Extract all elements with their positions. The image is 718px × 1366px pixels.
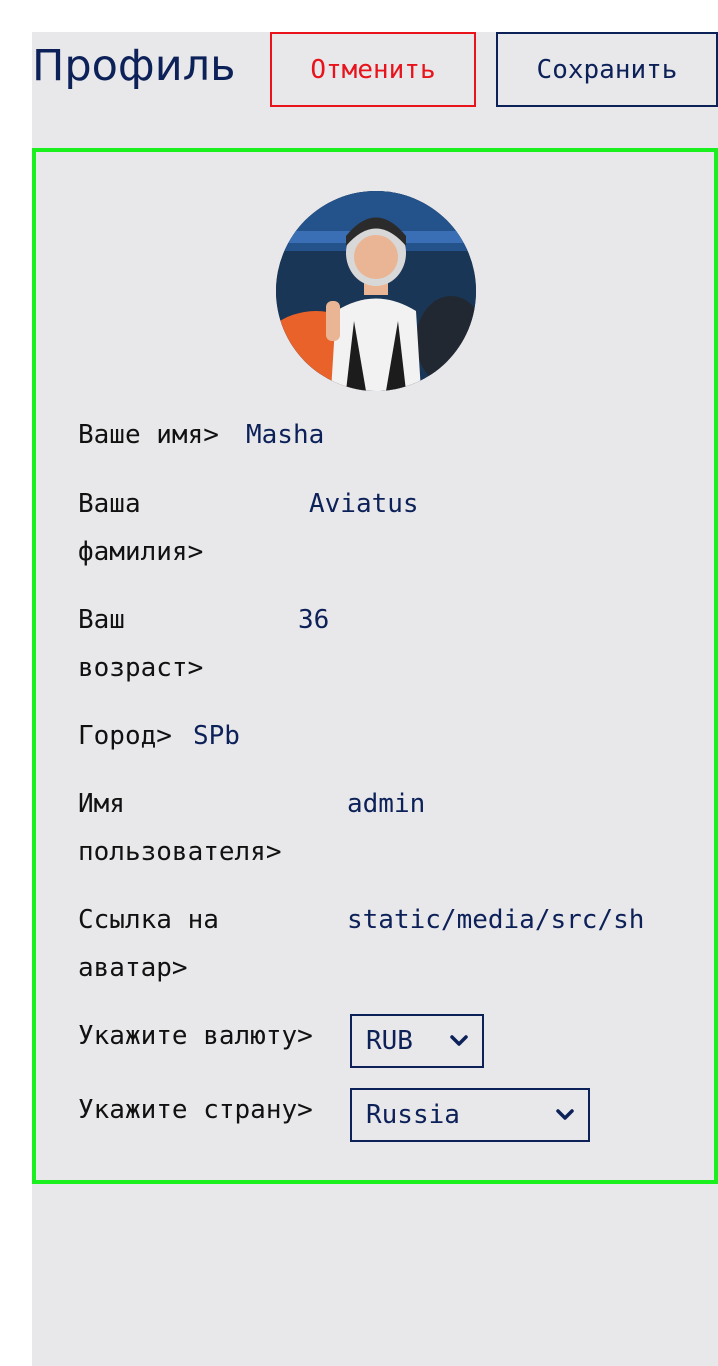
avatar-link-label: Ссылка на аватар> <box>78 905 219 983</box>
first-name-field[interactable]: Masha <box>246 411 324 459</box>
username-field[interactable]: admin <box>347 780 425 828</box>
country-label: Укажите страну> <box>78 1095 313 1125</box>
avatar <box>276 191 476 391</box>
currency-select[interactable]: RUB <box>350 1014 484 1068</box>
first-name-label: Ваше имя> <box>78 420 219 450</box>
city-field[interactable]: SPb <box>193 712 240 760</box>
age-field[interactable]: 36 <box>298 596 329 644</box>
avatar-link-field[interactable]: static/media/src/sh <box>347 896 674 944</box>
age-label: Ваш возраст> <box>78 605 204 683</box>
last-name-field[interactable]: Aviatus <box>309 480 419 528</box>
chevron-down-icon <box>450 1035 468 1046</box>
chevron-down-icon <box>556 1109 574 1120</box>
skydiver-photo <box>276 191 476 391</box>
city-label: Город> <box>78 721 172 751</box>
currency-label: Укажите валюту> <box>78 1021 313 1051</box>
currency-value: RUB <box>366 1026 413 1056</box>
username-label: Имя пользователя> <box>78 789 282 867</box>
last-name-label: Ваша фамилия> <box>78 489 204 567</box>
country-value: Russia <box>366 1100 460 1130</box>
profile-card: Ваше имя> Masha Ваша фамилия> Aviatus Ва… <box>32 148 718 1184</box>
country-select[interactable]: Russia <box>350 1088 590 1142</box>
profile-page: Профиль Отменить Сохранить Ваше имя> Mas… <box>32 32 718 1366</box>
cancel-button[interactable]: Отменить <box>270 32 476 107</box>
save-button[interactable]: Сохранить <box>496 32 718 107</box>
page-title: Профиль <box>32 41 236 91</box>
